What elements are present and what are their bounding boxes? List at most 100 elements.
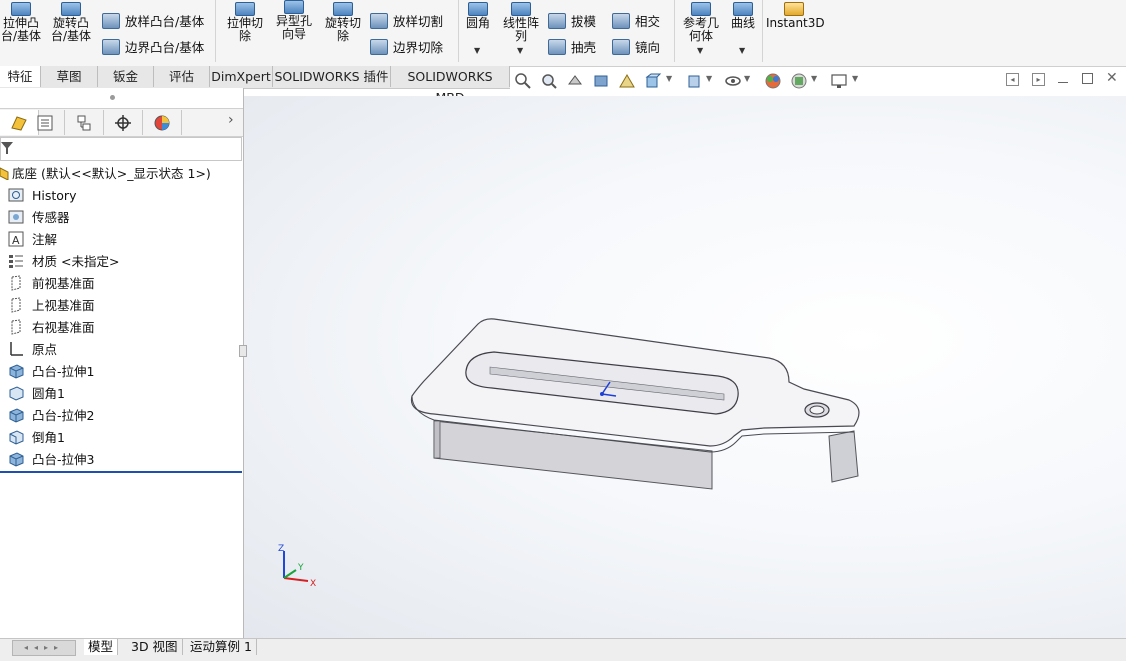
- tree-item-right-plane[interactable]: 右视基准面: [8, 317, 95, 339]
- tree-item-boss-extrude3[interactable]: 凸台-拉伸3: [8, 449, 94, 471]
- ribbon-separator: [762, 0, 763, 62]
- display-style-icon[interactable]: [685, 72, 703, 90]
- hide-show-dropdown-icon[interactable]: ▼: [744, 74, 750, 83]
- manager-tabs: ›: [0, 108, 243, 137]
- apply-scene-icon[interactable]: [790, 72, 808, 90]
- command-manager-tabs: 特征 草图 钣金 评估 DimXpert SOLIDWORKS 插件 SOLID…: [0, 66, 510, 105]
- loft-boss-icon: [102, 13, 120, 29]
- tree-item-fillet1[interactable]: 圆角1: [8, 383, 65, 405]
- edit-appearance-icon[interactable]: [764, 72, 782, 90]
- tab-dimxpert-manager[interactable]: [104, 110, 143, 135]
- display-manager-icon: [154, 115, 170, 130]
- tree-item-material[interactable]: 材质 <未指定>: [8, 251, 119, 273]
- material-icon: [9, 255, 23, 268]
- linear-pattern-dropdown-icon[interactable]: ▼: [517, 46, 523, 55]
- extrude-feature-icon: [9, 364, 24, 379]
- hole-wizard-icon: [284, 0, 304, 14]
- instant3d-button[interactable]: Instant3D: [766, 2, 825, 30]
- plane-icon: [11, 297, 21, 313]
- tab-display-manager[interactable]: [143, 110, 182, 135]
- tree-item-chamfer1[interactable]: 倒角1: [8, 427, 65, 449]
- bottom-tab-bar: ◂◂▸▸ 模型 3D 视图 运动算例 1: [0, 638, 1126, 661]
- tab-motion-study-1[interactable]: 运动算例 1: [186, 639, 257, 655]
- tree-item-sensors[interactable]: 传感器: [8, 207, 70, 229]
- triad-z-label: Z: [278, 544, 284, 554]
- intersect-button[interactable]: 相交: [612, 13, 660, 31]
- revolve-boss-icon: [61, 2, 81, 16]
- view-orientation-dropdown-icon[interactable]: ▼: [666, 74, 672, 83]
- tree-item-front-plane[interactable]: 前视基准面: [8, 273, 95, 295]
- previous-window-icon[interactable]: ◂: [1006, 73, 1019, 86]
- view-orientation-icon[interactable]: [644, 72, 662, 90]
- mirror-icon: [612, 39, 630, 55]
- revolve-boss-button[interactable]: 旋转凸 台/基体: [48, 2, 94, 43]
- revolve-cut-button[interactable]: 旋转切 除: [320, 2, 366, 43]
- tree-root-part[interactable]: 底座 (默认<<默认>_显示状态 1>): [0, 163, 211, 185]
- tab-solidworks-addins[interactable]: SOLIDWORKS 插件: [273, 66, 391, 87]
- shell-button[interactable]: 抽壳: [548, 39, 596, 57]
- panel-collapse-handle[interactable]: [239, 345, 247, 357]
- ribbon-separator: [674, 0, 675, 62]
- tree-item-boss-extrude2[interactable]: 凸台-拉伸2: [8, 405, 94, 427]
- feature-tree-filter[interactable]: [0, 137, 242, 161]
- tab-evaluate[interactable]: 评估: [154, 66, 210, 87]
- tree-item-origin[interactable]: 原点: [8, 339, 57, 361]
- close-icon[interactable]: ✕: [1106, 70, 1118, 86]
- extrude-cut-button[interactable]: 拉伸切 除: [222, 2, 268, 43]
- panel-grip-icon[interactable]: [110, 95, 115, 100]
- chamfer-feature-icon: [9, 430, 24, 445]
- intersect-icon: [612, 13, 630, 29]
- hide-show-items-icon[interactable]: [724, 72, 742, 90]
- curves-button[interactable]: 曲线: [728, 2, 758, 30]
- apply-scene-dropdown-icon[interactable]: ▼: [811, 74, 817, 83]
- loft-cut-button[interactable]: 放样切割: [370, 13, 443, 31]
- tab-property-manager[interactable]: [26, 110, 65, 135]
- configuration-manager-icon: [77, 115, 91, 130]
- next-window-icon[interactable]: ▸: [1032, 73, 1045, 86]
- extrude-feature-icon: [9, 408, 24, 423]
- draft-button[interactable]: 拔模: [548, 13, 596, 31]
- linear-pattern-button[interactable]: 线性阵 列: [498, 2, 544, 43]
- tab-sheet-metal[interactable]: 钣金: [98, 66, 154, 87]
- plane-icon: [11, 319, 21, 335]
- tree-item-annotations[interactable]: A 注解: [8, 229, 57, 251]
- boundary-cut-button[interactable]: 边界切除: [370, 39, 443, 57]
- tree-item-top-plane[interactable]: 上视基准面: [8, 295, 95, 317]
- curves-dropdown-icon[interactable]: ▼: [739, 46, 745, 55]
- boundary-boss-button[interactable]: 边界凸台/基体: [102, 39, 204, 57]
- tabs-scroll-right-icon[interactable]: ›: [228, 112, 234, 128]
- view-settings-dropdown-icon[interactable]: ▼: [852, 74, 858, 83]
- extrude-boss-button[interactable]: 拉伸凸 台/基体: [0, 2, 42, 43]
- tab-sketch[interactable]: 草图: [41, 66, 98, 87]
- graphics-area[interactable]: Z X Y: [244, 96, 1126, 638]
- plane-icon: [11, 275, 21, 291]
- rollback-bar[interactable]: [0, 471, 242, 473]
- reference-geometry-dropdown-icon[interactable]: ▼: [697, 46, 703, 55]
- display-style-dropdown-icon[interactable]: ▼: [706, 74, 712, 83]
- previous-view-icon[interactable]: [566, 72, 584, 90]
- feature-manager-panel: › 底座 (默认<<默认>_显示状态 1>) History 传感器 A 注解 材…: [0, 88, 247, 638]
- reference-geometry-button[interactable]: 参考几 何体: [678, 2, 724, 43]
- tree-item-history[interactable]: History: [8, 185, 76, 207]
- hole-wizard-button[interactable]: 异型孔 向导: [272, 0, 316, 41]
- minimize-icon[interactable]: [1058, 82, 1068, 83]
- tab-scroll-buttons[interactable]: ◂◂▸▸: [12, 640, 76, 656]
- fillet-button[interactable]: 圆角: [462, 2, 494, 30]
- mirror-button[interactable]: 镜向: [612, 39, 660, 57]
- tab-3d-views[interactable]: 3D 视图: [127, 639, 183, 655]
- tab-configuration-manager[interactable]: [65, 110, 104, 135]
- restore-icon[interactable]: [1082, 73, 1093, 84]
- zoom-to-fit-icon[interactable]: [514, 72, 532, 90]
- tree-item-boss-extrude1[interactable]: 凸台-拉伸1: [8, 361, 94, 383]
- zoom-to-area-icon[interactable]: [540, 72, 558, 90]
- extrude-cut-icon: [235, 2, 255, 16]
- tab-dimxpert[interactable]: DimXpert: [210, 66, 273, 87]
- loft-boss-button[interactable]: 放样凸台/基体: [102, 13, 204, 31]
- fillet-dropdown-icon[interactable]: ▼: [474, 46, 480, 55]
- tab-features[interactable]: 特征: [0, 66, 41, 87]
- tab-solidworks-mbd[interactable]: SOLIDWORKS MBD: [391, 66, 510, 105]
- view-settings-icon[interactable]: [830, 72, 848, 90]
- dynamic-annotation-icon[interactable]: [618, 72, 636, 90]
- section-view-icon[interactable]: [592, 72, 610, 90]
- tab-model[interactable]: 模型: [84, 639, 119, 655]
